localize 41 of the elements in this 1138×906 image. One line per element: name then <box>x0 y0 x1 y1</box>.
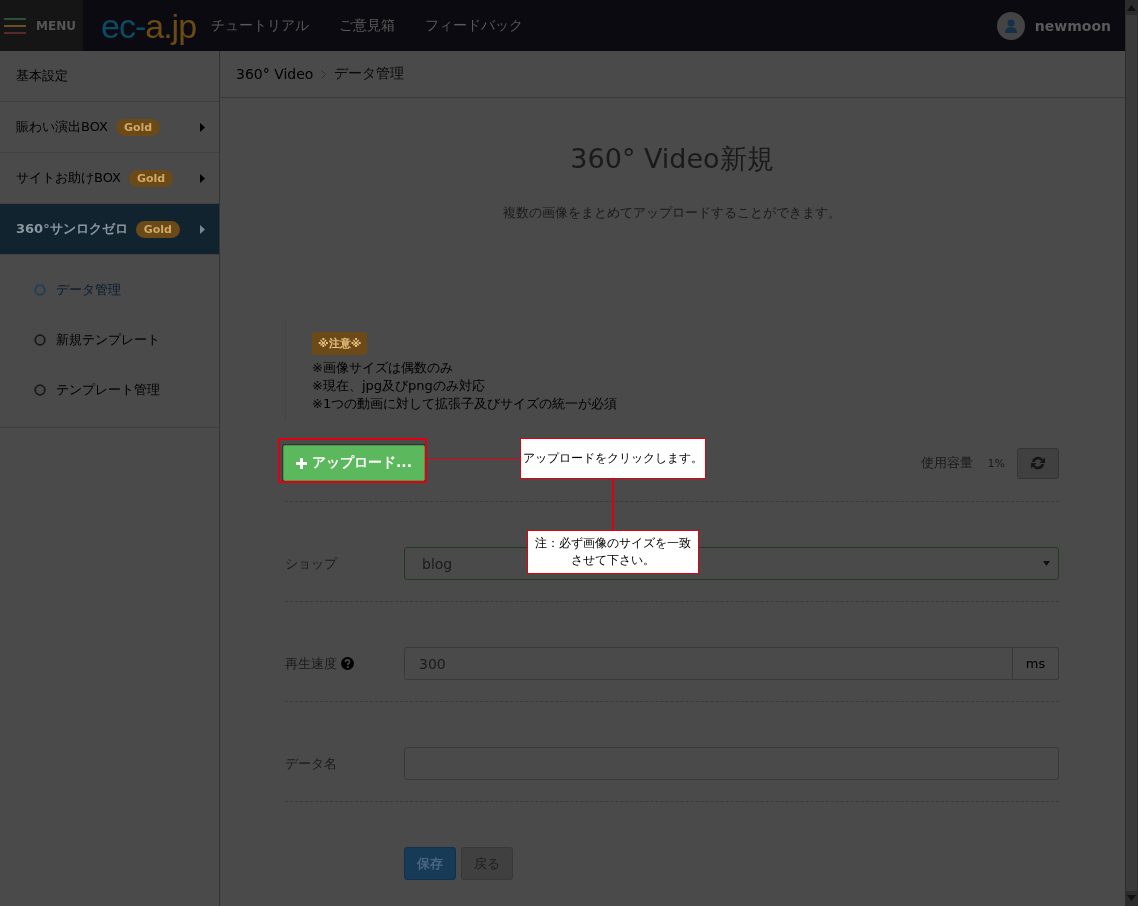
scrollbar[interactable] <box>1125 0 1138 906</box>
user-icon <box>1004 18 1017 33</box>
scrollbar-thumb[interactable] <box>1126 15 1137 891</box>
notice-label: ※注意※ <box>312 332 368 355</box>
unit-addon: ms <box>1013 647 1059 680</box>
nav-link[interactable]: チュートリアル <box>211 16 310 35</box>
notice-text: ※画像サイズは偶数のみ <box>312 359 453 377</box>
notice-text: ※現在、jpg及びpngのみ対応 <box>312 377 485 395</box>
circle-icon <box>34 384 46 396</box>
plus-icon <box>296 457 307 469</box>
avatar[interactable] <box>996 11 1025 40</box>
leader-line <box>612 479 614 530</box>
plan-badge: Gold <box>135 220 180 238</box>
chevron-icon <box>321 69 327 79</box>
nav-link[interactable]: フィードバック <box>425 16 524 35</box>
menu-button[interactable]: MENU <box>0 0 83 51</box>
plan-badge: Gold <box>129 169 174 187</box>
nav-link[interactable]: ご意見箱 <box>339 16 396 35</box>
item-label: 賑わい演出BOX <box>16 118 108 136</box>
logo[interactable]: ec-a.jp <box>101 8 197 43</box>
sidebar-item[interactable]: 基本設定 <box>0 51 219 102</box>
user-name[interactable]: newmoon <box>1034 17 1111 34</box>
circle-icon <box>34 334 46 346</box>
breadcrumb-link[interactable]: 360° Video <box>236 66 314 82</box>
menu-icon <box>4 17 26 34</box>
item-label: 基本設定 <box>16 67 68 85</box>
refresh-button[interactable] <box>1017 447 1059 479</box>
circle-icon <box>34 284 46 296</box>
scroll-up-icon <box>1127 5 1136 11</box>
upload-button[interactable]: アップロード... <box>283 445 425 481</box>
item-label: 360°サンロクゼロ <box>16 220 128 238</box>
callout: アップロードをクリックします。 <box>520 438 706 479</box>
plan-badge: Gold <box>116 118 161 136</box>
callout: 注：必ず画像のサイズを一致させて下さい。 <box>527 530 699 574</box>
dropdown-icon <box>1043 561 1050 566</box>
refresh-icon <box>1029 455 1047 471</box>
breadcrumb-link[interactable]: データ管理 <box>334 65 405 83</box>
sidebar-item[interactable]: 360°サンロクゼロ Gold <box>0 204 219 255</box>
sidebar-item[interactable]: 賑わい演出BOX Gold <box>0 102 219 153</box>
item-label: サイトお助けBOX <box>16 169 121 187</box>
scroll-down-icon <box>1127 895 1136 901</box>
